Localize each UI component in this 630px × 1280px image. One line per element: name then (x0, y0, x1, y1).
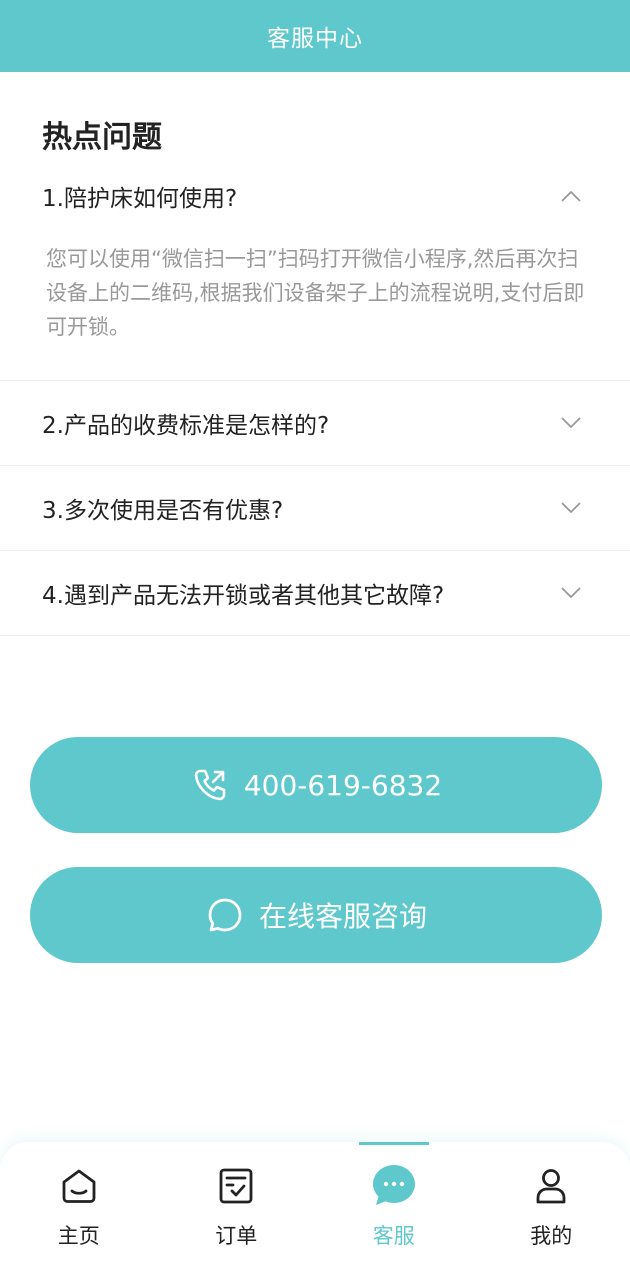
online-service-label: 在线客服咨询 (258, 900, 427, 933)
header-bar: 客服中心 (0, 0, 630, 72)
faq-question-1[interactable]: 1.陪护床如何使用? (0, 150, 630, 242)
tab-label: 我的 (530, 1224, 573, 1248)
faq-answer-1: 您可以使用“微信扫一扫”扫码打开微信小程序,然后再次扫设备上的二维码,根据我们设… (46, 247, 585, 339)
chat-bubble-icon (205, 895, 245, 935)
tab-home[interactable]: 主页 (0, 1142, 158, 1280)
active-tab-indicator (358, 1142, 429, 1145)
user-icon (527, 1162, 575, 1210)
bottom-tab-bar: 主页 订单 客服 我的 (0, 1142, 630, 1280)
faq-item: 1.陪护床如何使用? 您可以使用“微信扫一扫”扫码打开微信小程序,然后再次扫设备… (0, 150, 630, 381)
tab-profile[interactable]: 我的 (473, 1142, 630, 1280)
phone-icon (190, 765, 230, 805)
chat-bubble-icon (370, 1162, 418, 1210)
chevron-up-icon (560, 185, 582, 207)
call-hotline-button[interactable]: 400-619-6832 (30, 737, 602, 833)
chevron-down-icon (560, 497, 582, 519)
faq-item: 3.多次使用是否有优惠? (0, 466, 630, 551)
tab-label: 客服 (372, 1224, 415, 1248)
phone-number-label: 400-619-6832 (243, 768, 443, 802)
tab-orders[interactable]: 订单 (158, 1142, 316, 1280)
faq-question-text: 1.陪护床如何使用? (42, 186, 238, 212)
faq-question-4[interactable]: 4.遇到产品无法开锁或者其他其它故障? (0, 551, 630, 635)
tab-label: 订单 (215, 1224, 258, 1248)
faq-item: 2.产品的收费标准是怎样的? (0, 381, 630, 466)
page-title: 客服中心 (267, 26, 363, 52)
chevron-down-icon (560, 412, 582, 434)
faq-question-text: 3.多次使用是否有优惠? (42, 498, 284, 524)
faq-question-text: 4.遇到产品无法开锁或者其他其它故障? (42, 583, 445, 609)
faq-question-3[interactable]: 3.多次使用是否有优惠? (0, 466, 630, 550)
faq-question-text: 2.产品的收费标准是怎样的? (42, 413, 330, 439)
home-icon (55, 1162, 103, 1210)
tab-label: 主页 (57, 1224, 100, 1248)
online-service-button[interactable]: 在线客服咨询 (30, 867, 602, 963)
faq-item: 4.遇到产品无法开锁或者其他其它故障? (0, 551, 630, 636)
chevron-down-icon (560, 582, 582, 604)
tab-customer-service[interactable]: 客服 (315, 1142, 473, 1280)
order-icon (212, 1162, 260, 1210)
faq-list: 1.陪护床如何使用? 您可以使用“微信扫一扫”扫码打开微信小程序,然后再次扫设备… (0, 150, 630, 636)
faq-question-2[interactable]: 2.产品的收费标准是怎样的? (0, 381, 630, 465)
